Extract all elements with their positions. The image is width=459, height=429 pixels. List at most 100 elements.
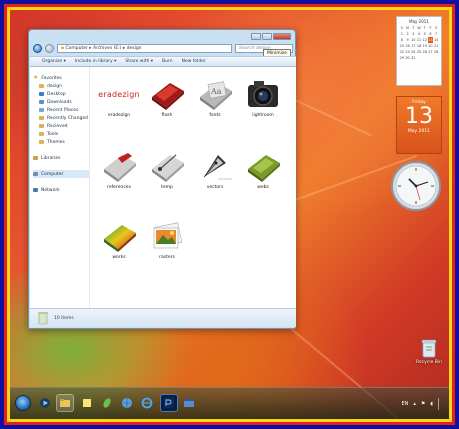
folder-item-lightroom[interactable]: lightroom	[240, 77, 286, 118]
organize-menu[interactable]: Organize ▾	[42, 59, 66, 64]
day-calendar: Friday 13 May 2011	[396, 96, 442, 154]
folder-item-fonts[interactable]: Aa fonts	[192, 77, 238, 118]
folder-icon	[60, 399, 70, 407]
recycle-bin-label: Recycle Bin	[416, 360, 442, 365]
file-list: eradezign eradezign flash Aa fonts light…	[90, 67, 296, 311]
nav-item-themes[interactable]: Themes	[33, 138, 89, 146]
nav-item-recieved[interactable]: Recieved	[33, 122, 89, 130]
nav-label: Downloads	[47, 99, 72, 105]
item-label: flash	[161, 113, 173, 118]
flag-icon[interactable]: ⚑	[421, 401, 425, 407]
nav-libraries[interactable]: Libraries	[33, 154, 89, 162]
nav-label: Recent Places	[47, 107, 79, 113]
item-label: fonts	[209, 113, 221, 118]
taskbar-gadget-icon[interactable]	[98, 394, 116, 412]
folder-item-vectors[interactable]: vectors	[192, 149, 238, 190]
item-label: lightroom	[252, 113, 274, 118]
navigation-pane: ★ Favorites design Desktop Downloads Rece…	[30, 67, 90, 311]
folder-item-eradezign[interactable]: eradezign eradezign	[96, 77, 142, 119]
address-bar[interactable]: ▪ Computer ▸ Archives (E:) ▸ design	[57, 43, 232, 53]
nav-item-recent-places[interactable]: Recent Places	[33, 106, 89, 114]
eradezign-logo-icon: eradezign	[98, 77, 140, 111]
status-bar: 10 items	[30, 308, 296, 327]
calendar-day[interactable]: 31	[410, 55, 416, 61]
share-with-menu[interactable]: Share with ▾	[125, 59, 153, 64]
navigation-bar: ▪ Computer ▸ Archives (E:) ▸ design Sear…	[33, 42, 293, 54]
folder-item-flash[interactable]: flash	[144, 77, 190, 118]
nav-network[interactable]: Network	[33, 186, 89, 194]
nav-item-design[interactable]: design	[33, 82, 89, 90]
folder-item-references[interactable]: references	[96, 149, 142, 190]
close-button[interactable]	[273, 33, 291, 40]
folder-item-webs[interactable]: webs	[240, 149, 286, 190]
sticky-notes-icon	[83, 399, 91, 407]
volume-icon[interactable]: ◖	[430, 401, 433, 407]
recycle-bin-desktop-icon[interactable]: Recycle Bin	[414, 338, 444, 365]
folder-item-rasters[interactable]: rasters	[144, 219, 190, 260]
eradezign-logo-text: eradezign	[98, 89, 140, 99]
folder-icon	[39, 124, 44, 128]
breadcrumb-archives[interactable]: Archives (E:)	[93, 46, 121, 51]
folder-icon	[39, 116, 44, 120]
item-label: works	[112, 255, 126, 260]
recent-places-icon	[39, 108, 44, 112]
show-desktop-button[interactable]	[438, 398, 443, 410]
minimize-button[interactable]	[251, 33, 261, 40]
breadcrumb-computer[interactable]: Computer	[65, 46, 87, 51]
folder-icon	[39, 132, 44, 136]
recycle-bin-icon	[38, 312, 48, 325]
taskbar-notes-icon[interactable]	[78, 394, 96, 412]
item-count: 10 items	[54, 315, 74, 321]
chevron-up-icon[interactable]: ▴	[413, 401, 416, 407]
star-icon: ★	[33, 74, 39, 81]
month-calendar: May 2011 S M T W T F S 1 2 3 4 5 6 7 8 9 10 11 12 13…	[396, 16, 442, 86]
taskbar-media-icon[interactable]	[36, 394, 54, 412]
window-controls	[251, 33, 291, 40]
folder-icon	[39, 140, 44, 144]
calendar-day[interactable]: 28	[433, 49, 439, 55]
nav-computer[interactable]: Computer	[33, 170, 89, 178]
nav-item-recently-changed[interactable]: Recently Changed	[33, 114, 89, 122]
svg-text:Aa: Aa	[210, 87, 222, 96]
include-in-library-menu[interactable]: Include in library ▾	[75, 59, 117, 64]
folder-item-works[interactable]: works	[96, 219, 142, 260]
item-label: vectors	[206, 185, 224, 190]
nav-label: Desktop	[47, 91, 66, 97]
burn-button[interactable]: Burn	[162, 59, 173, 64]
nav-label: Network	[41, 187, 60, 193]
nav-item-tools[interactable]: Tools	[33, 130, 89, 138]
breadcrumb-design[interactable]: design	[127, 46, 142, 51]
item-label: rasters	[159, 255, 175, 260]
calendar-gadget[interactable]: May 2011 S M T W T F S 1 2 3 4 5 6 7 8 9 10 11 12 13…	[396, 16, 444, 158]
language-indicator[interactable]: EN	[401, 401, 408, 407]
nav-item-desktop[interactable]: Desktop	[33, 90, 89, 98]
internet-explorer-icon	[141, 397, 153, 409]
desktop-icon	[39, 92, 44, 96]
folder-item-temp[interactable]: temp	[144, 149, 190, 190]
item-label: webs	[257, 185, 269, 190]
taskbar-browser-icon[interactable]	[118, 394, 136, 412]
references-folder-icon	[104, 153, 136, 182]
new-folder-button[interactable]: New folder	[182, 59, 206, 64]
taskbar-app-icon[interactable]	[180, 394, 198, 412]
taskbar-ie-icon[interactable]	[138, 394, 156, 412]
desktop[interactable]: ▪ Computer ▸ Archives (E:) ▸ design Sear…	[10, 10, 449, 419]
command-bar: Organize ▾ Include in library ▾ Share wi…	[30, 56, 296, 67]
explorer-window[interactable]: ▪ Computer ▸ Archives (E:) ▸ design Sear…	[28, 29, 296, 329]
photos-icon	[153, 222, 183, 249]
temp-folder-icon	[152, 154, 184, 182]
taskbar-photoshop-icon[interactable]	[160, 394, 178, 412]
maximize-button[interactable]	[262, 33, 272, 40]
start-button[interactable]	[15, 395, 31, 411]
clock-gadget[interactable]	[390, 160, 442, 212]
nav-label: Tools	[47, 131, 59, 137]
forward-button[interactable]	[45, 43, 54, 53]
nav-item-downloads[interactable]: Downloads	[33, 98, 89, 106]
camera-icon	[248, 81, 278, 107]
nav-favorites[interactable]: ★ Favorites	[33, 74, 89, 82]
back-button[interactable]	[33, 43, 42, 53]
taskbar-explorer-icon[interactable]	[56, 394, 74, 412]
system-tray: EN ▴ ⚑ ◖	[401, 398, 443, 410]
folder-icon	[39, 84, 44, 88]
